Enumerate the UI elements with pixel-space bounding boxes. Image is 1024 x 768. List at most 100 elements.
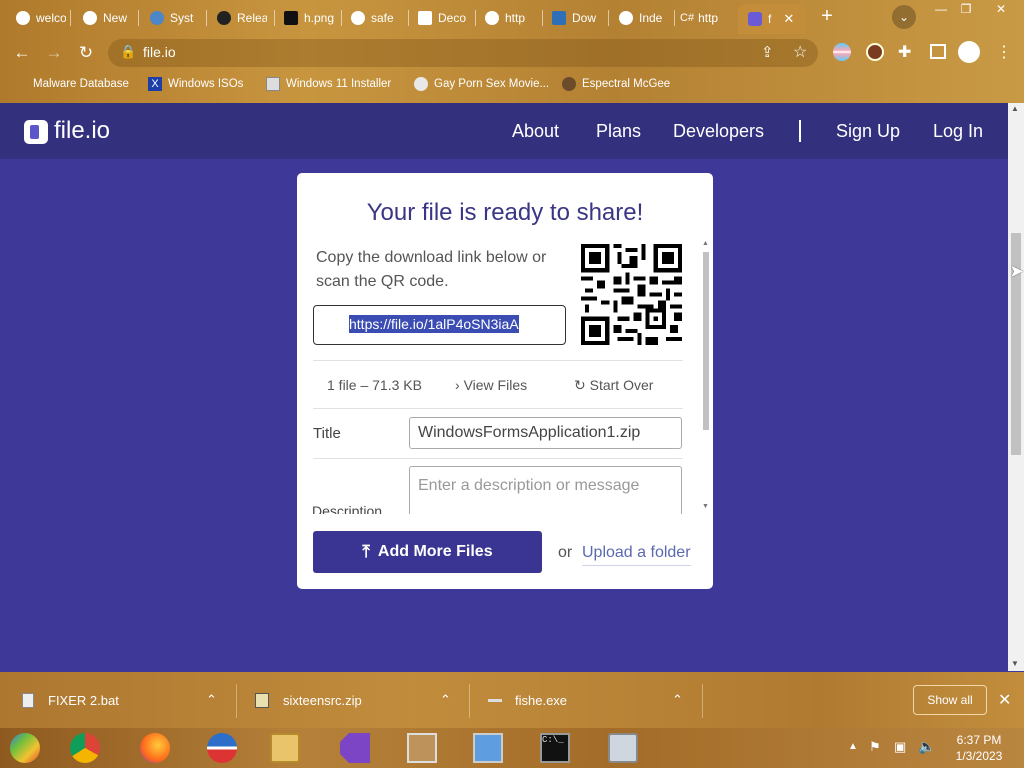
description-input[interactable] xyxy=(409,466,682,518)
tab-active[interactable]: f ✕ xyxy=(738,4,806,34)
tab[interactable]: New xyxy=(67,6,133,30)
clock-time: 6:37 PM xyxy=(956,733,1002,747)
qr-code xyxy=(581,244,682,345)
system-clock[interactable]: 6:37 PM 1/3/2023 xyxy=(944,732,1014,764)
close-tab-icon[interactable]: ✕ xyxy=(783,11,794,27)
tab[interactable]: Deco xyxy=(402,6,468,30)
new-tab-button[interactable]: + xyxy=(816,6,838,28)
chrome-taskbar-icon[interactable] xyxy=(70,733,100,763)
scroll-up-arrow-icon[interactable]: ▲ xyxy=(1011,104,1019,113)
csharp-icon: C# xyxy=(680,12,695,24)
tab-search-button[interactable]: ⌄ xyxy=(892,5,916,29)
profile-avatar-icon[interactable] xyxy=(958,41,980,63)
extension-avatar-icon[interactable] xyxy=(866,43,884,61)
nav-about[interactable]: About xyxy=(512,121,559,142)
address-bar[interactable] xyxy=(108,39,818,67)
show-all-downloads-button[interactable]: Show all xyxy=(913,685,987,715)
tab[interactable]: Syst xyxy=(134,6,200,30)
volume-icon[interactable]: 🔈 xyxy=(918,738,935,755)
bookmark-movie[interactable]: Gay Porn Sex Movie... xyxy=(414,77,549,91)
close-window-button[interactable]: ✕ xyxy=(988,0,1014,18)
show-hidden-icons-icon[interactable]: ▲ xyxy=(848,741,858,752)
card-scroll-down-icon[interactable]: ▼ xyxy=(702,503,709,510)
tab[interactable]: C# http xyxy=(670,6,736,30)
view-files-link[interactable]: › View Files xyxy=(455,377,527,393)
tab[interactable]: welco xyxy=(0,6,66,30)
bookmark-folder-icon xyxy=(17,77,27,91)
browser-menu-icon[interactable]: ⋮ xyxy=(996,42,1012,62)
bookmark-espectral-mcgee[interactable]: Espectral McGee xyxy=(562,77,670,91)
bookmark-malware-database[interactable]: Malware Database xyxy=(17,77,129,91)
file-explorer-taskbar-icon[interactable] xyxy=(270,733,300,763)
network-icon[interactable]: ▣ xyxy=(894,739,906,755)
title-input[interactable] xyxy=(409,417,682,449)
divider xyxy=(313,458,683,459)
visual-studio-taskbar-icon[interactable] xyxy=(340,733,370,763)
download-link-text[interactable]: https://file.io/1alP4oSN3iaA xyxy=(349,315,519,333)
share-icon[interactable]: ⇪ xyxy=(761,43,774,61)
reload-button[interactable]: ↻ xyxy=(75,42,97,64)
add-more-files-button[interactable]: ⤒ Add More Files xyxy=(313,531,542,573)
fileio-logo-icon[interactable] xyxy=(24,120,48,144)
download-divider xyxy=(236,684,237,718)
card-scrollbar-thumb[interactable] xyxy=(703,252,709,430)
nav-sign-up[interactable]: Sign Up xyxy=(836,121,900,142)
firefox-taskbar-icon[interactable] xyxy=(140,733,170,763)
site-logo[interactable]: file.io xyxy=(54,117,110,145)
tab[interactable]: safe xyxy=(335,6,401,30)
github-icon xyxy=(217,11,231,25)
mouse-cursor-icon: ➤ xyxy=(1009,261,1024,281)
upload-folder-link[interactable]: Upload a folder xyxy=(582,544,691,566)
tab[interactable]: Relea xyxy=(201,6,267,30)
tab[interactable]: Inde xyxy=(603,6,669,30)
extensions-puzzle-icon[interactable]: ✚ xyxy=(898,42,911,62)
tab-favicon-icon xyxy=(485,11,499,25)
minimize-button[interactable]: — xyxy=(928,0,954,18)
download-item[interactable]: sixteensrc.zip xyxy=(255,693,362,708)
calculator-taskbar-icon[interactable] xyxy=(608,733,638,763)
forward-button[interactable]: → xyxy=(43,42,65,64)
download-options-chevron-icon[interactable]: ⌃ xyxy=(206,692,217,708)
scroll-down-arrow-icon[interactable]: ▼ xyxy=(1011,659,1019,668)
clock-date: 1/3/2023 xyxy=(955,749,1003,763)
download-item[interactable]: fishe.exe xyxy=(488,693,567,708)
back-button[interactable]: ← xyxy=(11,42,33,64)
divider xyxy=(313,360,683,361)
nav-plans[interactable]: Plans xyxy=(596,121,641,142)
tab-favicon-icon xyxy=(83,11,97,25)
bookmark-windows-11-installer[interactable]: Windows 11 Installer xyxy=(266,77,391,91)
card-scroll-clip xyxy=(297,514,713,530)
tab[interactable]: Dow xyxy=(536,6,602,30)
tab[interactable]: http xyxy=(469,6,535,30)
download-divider xyxy=(702,684,703,718)
bookmark-star-icon[interactable]: ☆ xyxy=(793,42,807,62)
window-switcher-taskbar-icon[interactable] xyxy=(407,733,437,763)
fileio-favicon-icon xyxy=(748,12,762,26)
download-options-chevron-icon[interactable]: ⌃ xyxy=(672,692,683,708)
side-panel-icon[interactable] xyxy=(930,44,946,59)
card-scroll-up-icon[interactable]: ▲ xyxy=(702,240,709,247)
lock-icon[interactable]: 🔒 xyxy=(120,44,136,60)
extension-icon[interactable] xyxy=(833,43,851,61)
x-icon: X xyxy=(148,77,162,91)
app-taskbar-icon[interactable] xyxy=(473,733,503,763)
url-text[interactable]: file.io xyxy=(143,44,176,60)
obama-logo-taskbar-icon[interactable] xyxy=(207,733,237,763)
close-downloads-icon[interactable]: ✕ xyxy=(998,690,1011,710)
cmd-taskbar-icon[interactable]: C:\_ xyxy=(540,733,570,763)
bookmark-windows-isos[interactable]: X Windows ISOs xyxy=(148,77,243,91)
start-over-link[interactable]: ↻ Start Over xyxy=(574,377,653,394)
tab[interactable]: h.png xyxy=(268,6,334,30)
restore-button[interactable]: ❐ xyxy=(953,0,979,18)
download-options-chevron-icon[interactable]: ⌃ xyxy=(440,692,451,708)
nav-log-in[interactable]: Log In xyxy=(933,121,983,142)
nav-developers[interactable]: Developers xyxy=(673,121,764,142)
exe-file-icon xyxy=(488,699,502,702)
file-summary: 1 file – 71.3 KB xyxy=(327,377,422,393)
start-button-icon[interactable] xyxy=(10,733,40,763)
download-item[interactable]: FIXER 2.bat xyxy=(22,693,119,708)
or-text: or xyxy=(558,544,573,561)
zip-file-icon xyxy=(255,693,269,708)
nav-divider xyxy=(799,120,801,142)
action-center-flag-icon[interactable]: ⚑ xyxy=(869,739,881,755)
